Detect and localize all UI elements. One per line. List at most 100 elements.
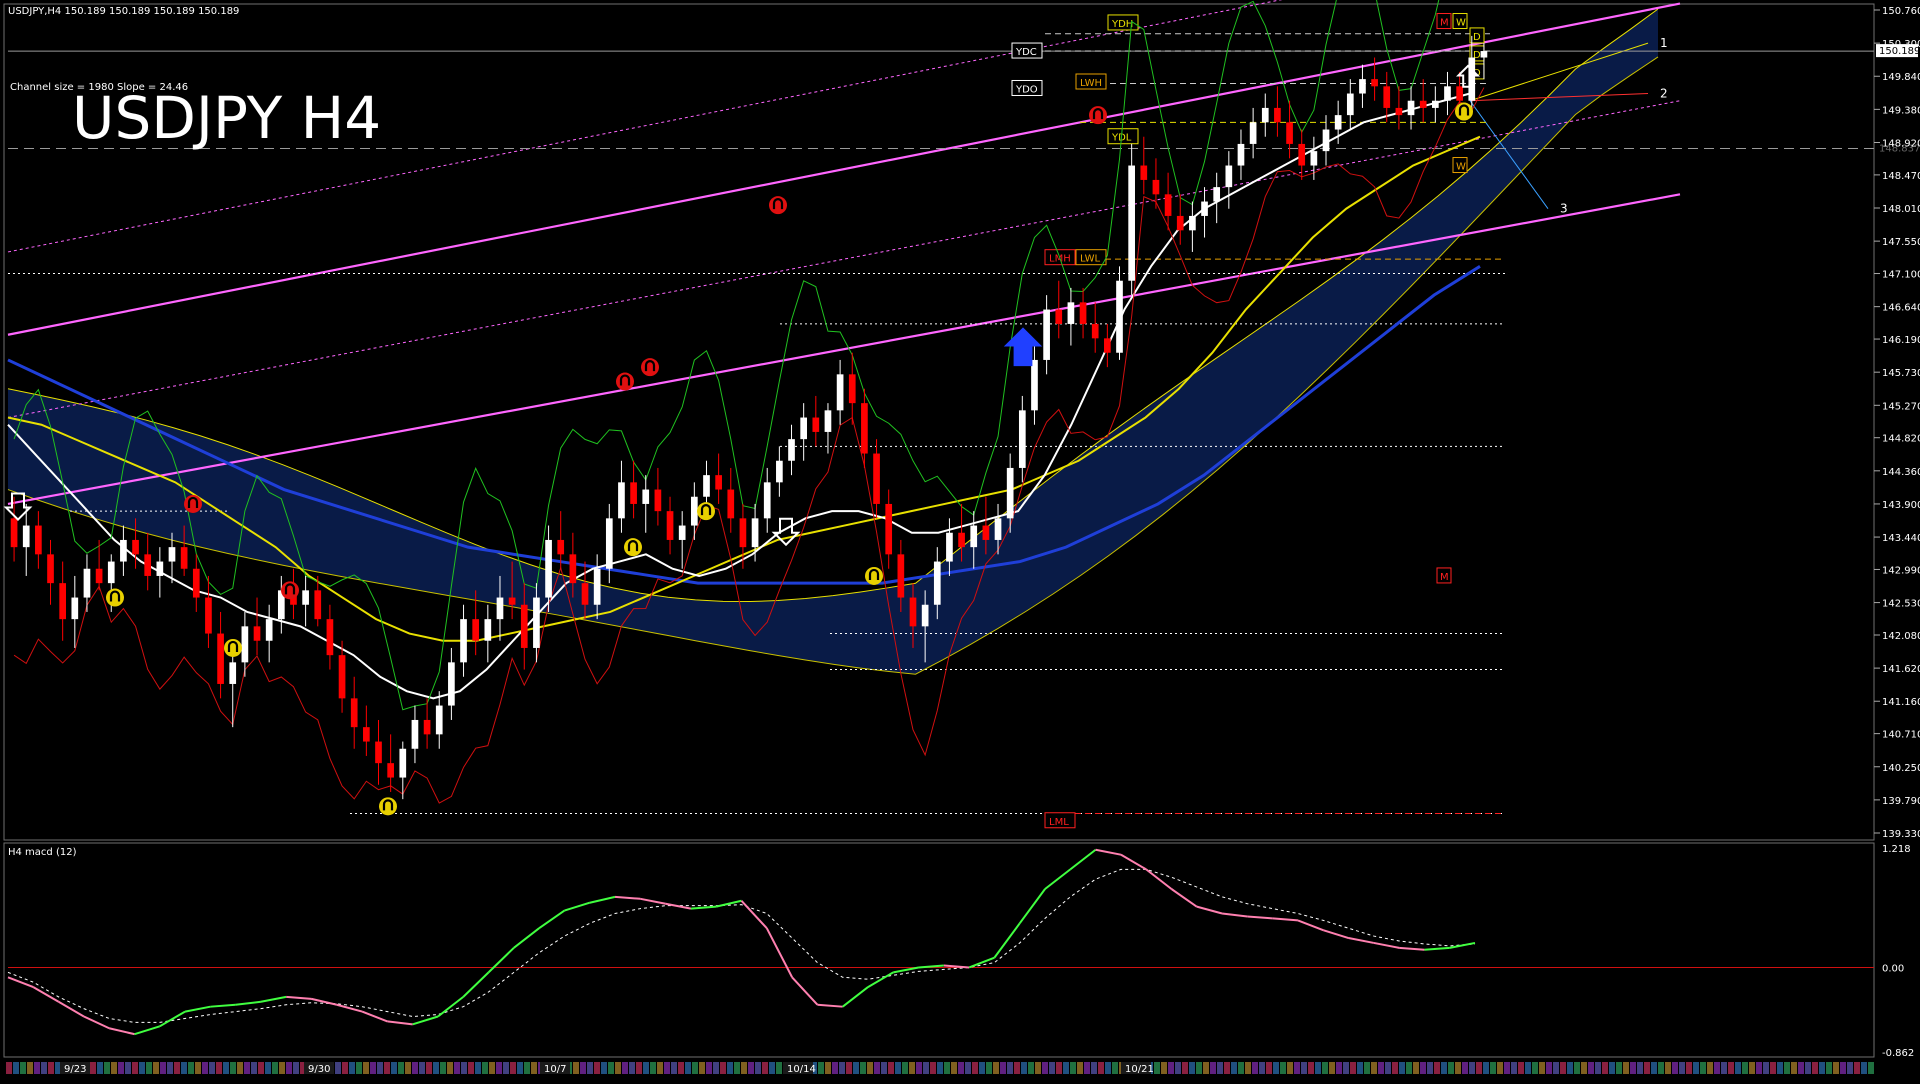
price-tick-label: 148.470 (1882, 171, 1920, 182)
date-strip-cell (615, 1062, 621, 1074)
date-strip-cell (1056, 1062, 1062, 1074)
candle-body (1201, 201, 1208, 216)
date-strip-cell (1406, 1062, 1412, 1074)
date-strip-cell (1161, 1062, 1167, 1074)
date-strip-cell (1679, 1062, 1685, 1074)
date-strip-cell (1497, 1062, 1503, 1074)
candle-body (241, 626, 249, 663)
date-strip-cell (1413, 1062, 1419, 1074)
date-strip-cell (1672, 1062, 1678, 1074)
candle-body (71, 597, 79, 620)
level-tag-label: LML (1049, 817, 1069, 828)
price-tick-label: 144.360 (1882, 467, 1920, 478)
date-strip-cell (1553, 1062, 1559, 1074)
price-tick-label: 150.300 (1882, 39, 1920, 50)
date-strip-cell (237, 1062, 243, 1074)
date-strip-cell (895, 1062, 901, 1074)
date-strip-cell (1854, 1062, 1860, 1074)
date-strip-cell (1525, 1062, 1531, 1074)
price-tick-label: 141.620 (1882, 664, 1920, 675)
date-strip-cell (1637, 1062, 1643, 1074)
date-strip-cell (433, 1062, 439, 1074)
candle-body (314, 590, 322, 620)
candle-body (435, 705, 443, 735)
date-strip-cell (160, 1062, 166, 1074)
candle-body (946, 532, 953, 562)
price-tick-label: 150.760 (1882, 6, 1920, 17)
date-strip-cell (1840, 1062, 1846, 1074)
price-tick-label: 146.190 (1882, 335, 1920, 346)
date-strip-cell (685, 1062, 691, 1074)
candle-body (1116, 280, 1123, 353)
date-strip-cell (286, 1062, 292, 1074)
date-strip-cell (594, 1062, 600, 1074)
date-strip-cell (622, 1062, 628, 1074)
date-strip-cell (727, 1062, 733, 1074)
date-strip-cell (706, 1062, 712, 1074)
channel-number: 3 (1560, 202, 1568, 216)
date-strip-cell (734, 1062, 740, 1074)
candle-body (192, 568, 200, 598)
candle-body (1213, 187, 1221, 202)
candle-body (1431, 100, 1439, 108)
date-strip-cell (1707, 1062, 1713, 1074)
price-tick-label: 143.440 (1882, 533, 1920, 544)
date-strip-cell (1217, 1062, 1223, 1074)
date-strip-cell (1259, 1062, 1265, 1074)
candle-body (1031, 359, 1038, 411)
price-tick-label: 145.730 (1882, 368, 1920, 379)
date-strip-cell (1315, 1062, 1321, 1074)
date-strip-cell (1735, 1062, 1741, 1074)
candle-body (1152, 179, 1160, 195)
date-strip-cell (993, 1062, 999, 1074)
date-strip-cell (1742, 1062, 1748, 1074)
candle-body (10, 518, 18, 548)
candle-body (120, 539, 127, 562)
macd-tick-label: -0.862 (1882, 1048, 1914, 1059)
date-strip-cell (1462, 1062, 1468, 1074)
date-strip-cell (972, 1062, 978, 1074)
price-tick-label: 141.160 (1882, 697, 1920, 708)
candle-body (375, 741, 382, 764)
date-strip-cell (1791, 1062, 1797, 1074)
candle-body (22, 525, 30, 548)
date-strip-cell (1819, 1062, 1825, 1074)
candle-body (460, 619, 467, 663)
candle-body (1055, 309, 1063, 324)
date-strip-cell (937, 1062, 943, 1074)
date-strip-cell (1483, 1062, 1489, 1074)
date-strip-cell (251, 1062, 257, 1074)
candle-body (654, 489, 662, 512)
date-strip-cell (125, 1062, 131, 1074)
date-strip-cell (398, 1062, 404, 1074)
date-strip-cell (244, 1062, 250, 1074)
chart-canvas[interactable]: 123 150.189148.837YDHYDCYDOLWHYDLLMH LWLL… (0, 0, 1920, 1080)
date-strip-cell (748, 1062, 754, 1074)
date-strip-cell (419, 1062, 425, 1074)
candle-body (411, 719, 419, 749)
date-strip-cell (874, 1062, 880, 1074)
candle-body (520, 604, 528, 648)
date-strip-cell (608, 1062, 614, 1074)
date-strip-cell (1658, 1062, 1664, 1074)
candle-body (180, 547, 188, 569)
date-strip-cell (1196, 1062, 1202, 1074)
date-strip-cell (1504, 1062, 1510, 1074)
candle-body (156, 561, 164, 576)
date-strip-cell (447, 1062, 453, 1074)
info-line: USDJPY,H4 150.189 150.189 150.189 150.18… (8, 6, 239, 17)
candle-body (1444, 86, 1451, 101)
candle-body (545, 539, 552, 598)
candle-body (630, 482, 637, 504)
candle-body (848, 374, 856, 404)
date-strip-cell (1602, 1062, 1608, 1074)
candle-body (265, 619, 273, 641)
candle-body (1407, 100, 1415, 116)
candle-body (205, 597, 212, 634)
date-strip-cell (405, 1062, 411, 1074)
date-strip-cell (580, 1062, 586, 1074)
channel-number: 2 (1660, 87, 1668, 101)
date-strip-cell (1616, 1062, 1622, 1074)
date-strip-cell (335, 1062, 341, 1074)
candle-body (132, 539, 139, 555)
